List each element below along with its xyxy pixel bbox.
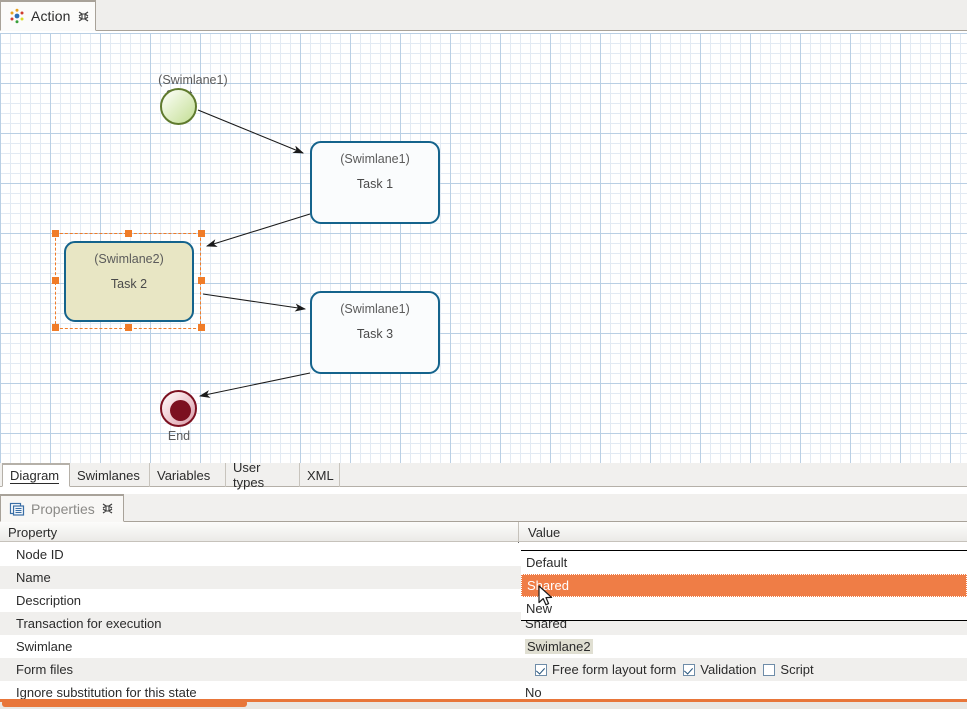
- properties-tab-label: Properties: [31, 501, 95, 517]
- selection-handle-s[interactable]: [125, 324, 132, 331]
- editor-tab-action[interactable]: Action: [0, 0, 96, 31]
- start-node-shape[interactable]: [160, 88, 197, 125]
- dropdown-option-new[interactable]: New: [521, 597, 967, 620]
- tab-user-types[interactable]: User types: [226, 463, 300, 487]
- table-row[interactable]: Swimlane Swimlane2: [0, 635, 967, 658]
- properties-tab[interactable]: Properties: [0, 494, 124, 522]
- tab-xml[interactable]: XML: [300, 463, 340, 487]
- dropdown-option-default[interactable]: Default: [521, 551, 967, 574]
- checkbox-label: Validation: [700, 662, 756, 677]
- editor-tab-label: Action: [31, 8, 71, 24]
- node-task2-swimlane: (Swimlane2): [66, 252, 192, 266]
- node-end-label: End: [99, 429, 259, 444]
- properties-icon: [9, 501, 25, 517]
- property-name: Node ID: [0, 543, 518, 566]
- checkbox-icon[interactable]: [763, 664, 775, 676]
- checkbox-validation[interactable]: Validation: [683, 662, 756, 677]
- scrollbar-thumb[interactable]: [2, 700, 247, 707]
- property-value[interactable]: Free form layout form Validation Script: [520, 658, 967, 681]
- node-task1[interactable]: (Swimlane1) Task 1: [310, 141, 440, 224]
- node-task1-swimlane: (Swimlane1): [312, 152, 438, 166]
- horizontal-scrollbar[interactable]: [0, 699, 967, 709]
- node-task1-name: Task 1: [312, 177, 438, 191]
- property-value[interactable]: Swimlane2: [520, 635, 967, 658]
- tab-diagram-label: Diagram: [10, 468, 59, 484]
- property-name: Transaction for execution: [0, 612, 518, 635]
- selection-handle-n[interactable]: [125, 230, 132, 237]
- checkbox-script[interactable]: Script: [763, 662, 813, 677]
- tab-diagram[interactable]: Diagram: [2, 463, 70, 487]
- selection-handle-nw[interactable]: [52, 230, 59, 237]
- node-task3-swimlane: (Swimlane1): [312, 302, 438, 316]
- selection-handle-se[interactable]: [198, 324, 205, 331]
- tab-user-types-label: User types: [233, 460, 292, 490]
- checkbox-icon[interactable]: [535, 664, 547, 676]
- selection-handle-e[interactable]: [198, 277, 205, 284]
- checkbox-label: Script: [780, 662, 813, 677]
- column-divider[interactable]: [518, 522, 519, 542]
- tab-xml-label: XML: [307, 468, 334, 483]
- checkbox-free-form-layout-form[interactable]: Free form layout form: [535, 662, 676, 677]
- end-node-inner: [170, 400, 191, 421]
- checkbox-icon[interactable]: [683, 664, 695, 676]
- tab-swimlanes[interactable]: Swimlanes: [70, 463, 150, 487]
- selection-handle-ne[interactable]: [198, 230, 205, 237]
- edge-task1-task2: [207, 214, 310, 246]
- diagram-canvas[interactable]: (Swimlane1)Start (Swimlane1) Task 1 (Swi…: [0, 31, 967, 463]
- transaction-dropdown-list[interactable]: Default Shared New: [521, 550, 967, 621]
- property-name: Swimlane: [0, 635, 518, 658]
- node-task2[interactable]: (Swimlane2) Task 2: [64, 241, 194, 322]
- property-name: Description: [0, 589, 518, 612]
- selection-handle-w[interactable]: [52, 277, 59, 284]
- column-header-value[interactable]: Value: [520, 522, 967, 542]
- dropdown-option-shared[interactable]: Shared: [521, 574, 967, 597]
- close-icon[interactable]: [101, 502, 114, 515]
- properties-tab-bar: Properties: [0, 494, 967, 522]
- table-row[interactable]: Form files Free form layout form Validat…: [0, 658, 967, 681]
- end-node-shape[interactable]: [160, 390, 197, 427]
- form-files-checkbox-group: Free form layout form Validation Script: [525, 662, 814, 677]
- diagram-view-tabs: Diagram Swimlanes Variables User types X…: [0, 463, 967, 487]
- checkbox-label: Free form layout form: [552, 662, 676, 677]
- node-task2-name: Task 2: [66, 277, 192, 291]
- tab-variables-label: Variables: [157, 468, 210, 483]
- eclipse-process-editor-window: Action: [0, 0, 967, 709]
- column-header-property[interactable]: Property: [0, 522, 518, 542]
- property-name: Form files: [0, 658, 518, 681]
- tab-variables[interactable]: Variables: [150, 463, 226, 487]
- node-task3[interactable]: (Swimlane1) Task 3: [310, 291, 440, 374]
- selection-handle-sw[interactable]: [52, 324, 59, 331]
- tab-swimlanes-label: Swimlanes: [77, 468, 140, 483]
- action-process-icon: [9, 8, 25, 24]
- edge-task2-task3: [203, 294, 305, 309]
- edge-task3-end: [200, 373, 310, 396]
- close-icon[interactable]: [77, 10, 90, 23]
- node-task3-name: Task 3: [312, 327, 438, 341]
- property-name: Name: [0, 566, 518, 589]
- editor-tab-bar: Action: [0, 0, 967, 31]
- properties-table-header: Property Value: [0, 522, 967, 542]
- property-value-text: Swimlane2: [525, 639, 593, 654]
